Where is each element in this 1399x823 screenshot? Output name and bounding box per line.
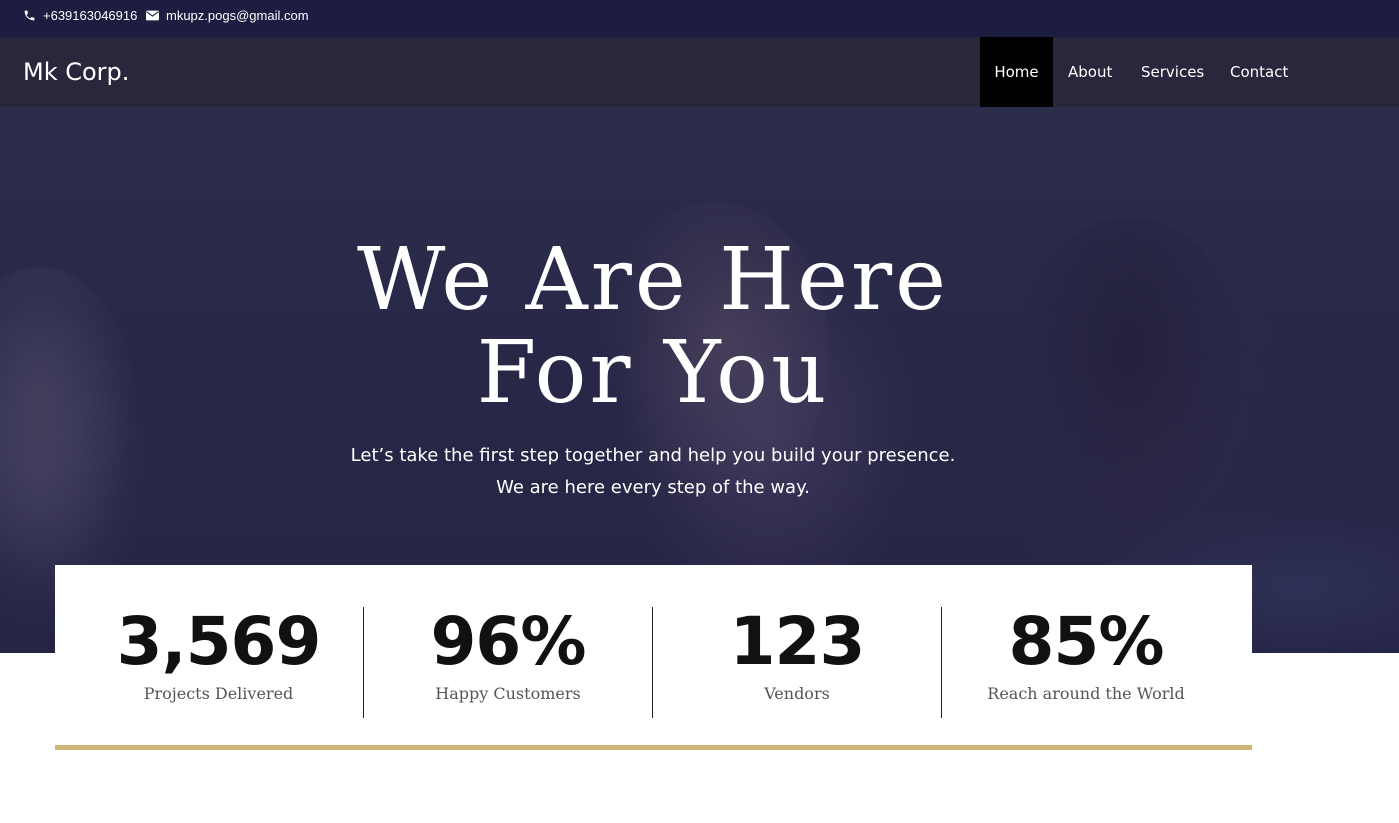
hero-subtitle: Let’s take the first step together and h… <box>0 440 1306 504</box>
stat-customers: 96% Happy Customers <box>363 607 652 718</box>
main-nav: Home About Services Contact <box>980 37 1310 107</box>
phone-number: +639163046916 <box>43 7 138 23</box>
nav-about[interactable]: About <box>1053 37 1141 107</box>
stats-panel: 3,569 Projects Delivered 96% Happy Custo… <box>55 565 1252 750</box>
email-contact[interactable]: mkupz.pogs@gmail.com <box>146 0 309 30</box>
stat-label: Reach around the World <box>987 684 1185 703</box>
stat-label: Vendors <box>764 684 830 703</box>
stat-value: 3,569 <box>116 603 322 680</box>
stat-value: 123 <box>729 603 866 680</box>
stat-value: 96% <box>430 603 587 680</box>
hero-subtitle-line2: We are here every step of the way. <box>496 477 810 498</box>
stat-value: 85% <box>1008 603 1165 680</box>
hero-subtitle-line1: Let’s take the first step together and h… <box>350 445 956 466</box>
stat-reach: 85% Reach around the World <box>941 607 1230 718</box>
nav-contact[interactable]: Contact <box>1230 37 1310 107</box>
site-logo[interactable]: Mk Corp. <box>23 37 129 107</box>
hero-title-line2: For You <box>476 323 830 423</box>
accent-bar <box>55 745 1252 750</box>
email-address: mkupz.pogs@gmail.com <box>166 7 309 23</box>
hero-title-line1: We Are Here <box>357 230 949 330</box>
stat-vendors: 123 Vendors <box>652 607 941 718</box>
envelope-icon <box>146 10 159 20</box>
stat-label: Happy Customers <box>435 684 581 703</box>
main-navbar: Mk Corp. Home About Services Contact <box>0 37 1399 107</box>
phone-icon <box>24 10 35 20</box>
phone-contact[interactable]: +639163046916 <box>23 0 137 30</box>
nav-home[interactable]: Home <box>980 37 1053 107</box>
hero-title: We Are Here For You <box>0 234 1306 420</box>
stat-projects: 3,569 Projects Delivered <box>74 607 363 718</box>
nav-services[interactable]: Services <box>1141 37 1230 107</box>
top-contact-bar: +639163046916 mkupz.pogs@gmail.com <box>0 0 1399 37</box>
stat-label: Projects Delivered <box>143 684 294 703</box>
